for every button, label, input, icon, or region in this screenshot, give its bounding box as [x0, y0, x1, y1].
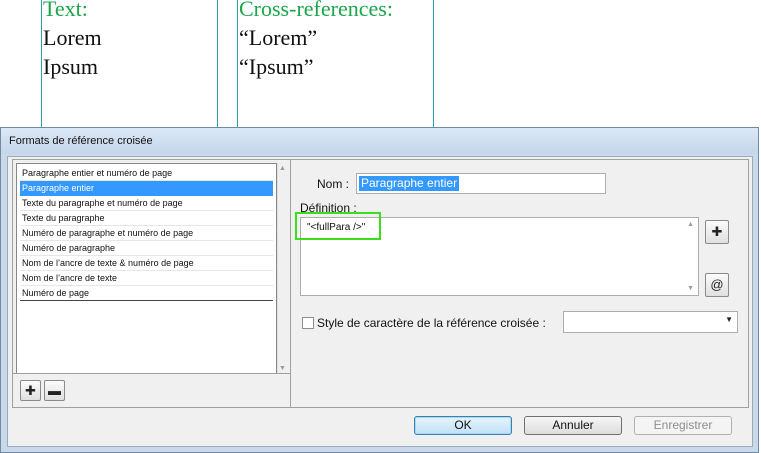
format-editor-panel: Nom : Paragraphe entier Définition : "<f…: [291, 159, 749, 408]
xref-frame-line-2: “Ipsum”: [239, 54, 314, 79]
format-list-panel: Paragraphe entier et numéro de page Para…: [12, 159, 291, 408]
text-frame-line-1: Lorem: [43, 25, 102, 50]
text-frame-heading: Text:: [43, 0, 88, 21]
list-item[interactable]: Texte du paragraphe: [20, 211, 273, 226]
add-format-button[interactable]: ✚: [20, 380, 41, 401]
char-style-label: Style de caractère de la référence crois…: [317, 316, 546, 330]
insert-building-block-button[interactable]: ✚: [705, 220, 729, 244]
plus-insert-icon: ✚: [711, 224, 723, 239]
list-item[interactable]: Numéro de paragraphe: [20, 241, 273, 256]
char-style-checkbox[interactable]: [302, 317, 314, 329]
remove-format-button[interactable]: ▬: [44, 380, 65, 401]
text-frame-line-2: Ipsum: [43, 54, 98, 79]
char-style-dropdown[interactable]: ▼: [563, 311, 738, 333]
name-field-value: Paragraphe entier: [359, 176, 460, 191]
format-listbox[interactable]: Paragraphe entier et numéro de page Para…: [16, 163, 277, 374]
dialog-title: Formats de référence croisée: [9, 135, 153, 147]
dialog-client: Paragraphe entier et numéro de page Para…: [7, 156, 753, 447]
scroll-up-icon[interactable]: ▲: [279, 165, 286, 172]
xref-frame-heading: Cross-references:: [239, 0, 393, 21]
list-item[interactable]: Numéro de page: [20, 286, 273, 301]
list-item-selected[interactable]: Paragraphe entier: [20, 181, 273, 196]
format-list-toolbar: ✚ ▬: [13, 373, 290, 407]
minus-icon: ▬: [48, 383, 61, 398]
xref-frame: Cross-references: “Lorem” “Ipsum”: [237, 0, 434, 131]
scroll-down-icon[interactable]: ▼: [279, 365, 286, 372]
chevron-down-icon: ▼: [725, 315, 733, 324]
definition-scroll-down-icon[interactable]: ▼: [687, 285, 694, 292]
cancel-button[interactable]: Annuler: [524, 416, 622, 435]
dialog-titlebar[interactable]: Formats de référence croisée: [1, 128, 758, 154]
definition-scroll-up-icon[interactable]: ▲: [687, 221, 694, 228]
name-field[interactable]: Paragraphe entier: [356, 173, 606, 194]
list-item[interactable]: Nom de l’ancre de texte: [20, 271, 273, 286]
text-frame: Text: Lorem Ipsum: [41, 0, 218, 131]
plus-icon: ✚: [25, 383, 36, 398]
insert-special-character-button[interactable]: @: [705, 273, 729, 297]
format-list-scrollbar[interactable]: ▲ ▼: [277, 163, 289, 374]
list-item[interactable]: Numéro de paragraphe et numéro de page: [20, 226, 273, 241]
list-item[interactable]: Nom de l’ancre de texte & numéro de page: [20, 256, 273, 271]
xref-frame-line-1: “Lorem”: [239, 25, 318, 50]
at-sign-icon: @: [710, 277, 724, 292]
xref-formats-dialog: Formats de référence croisée Paragraphe …: [0, 127, 759, 453]
list-item[interactable]: Texte du paragraphe et numéro de page: [20, 196, 273, 211]
save-button[interactable]: Enregistrer: [634, 416, 732, 435]
name-label: Nom :: [317, 177, 350, 191]
definition-highlight: [295, 212, 381, 240]
ok-button[interactable]: OK: [414, 416, 512, 435]
list-item[interactable]: Paragraphe entier et numéro de page: [20, 166, 273, 181]
